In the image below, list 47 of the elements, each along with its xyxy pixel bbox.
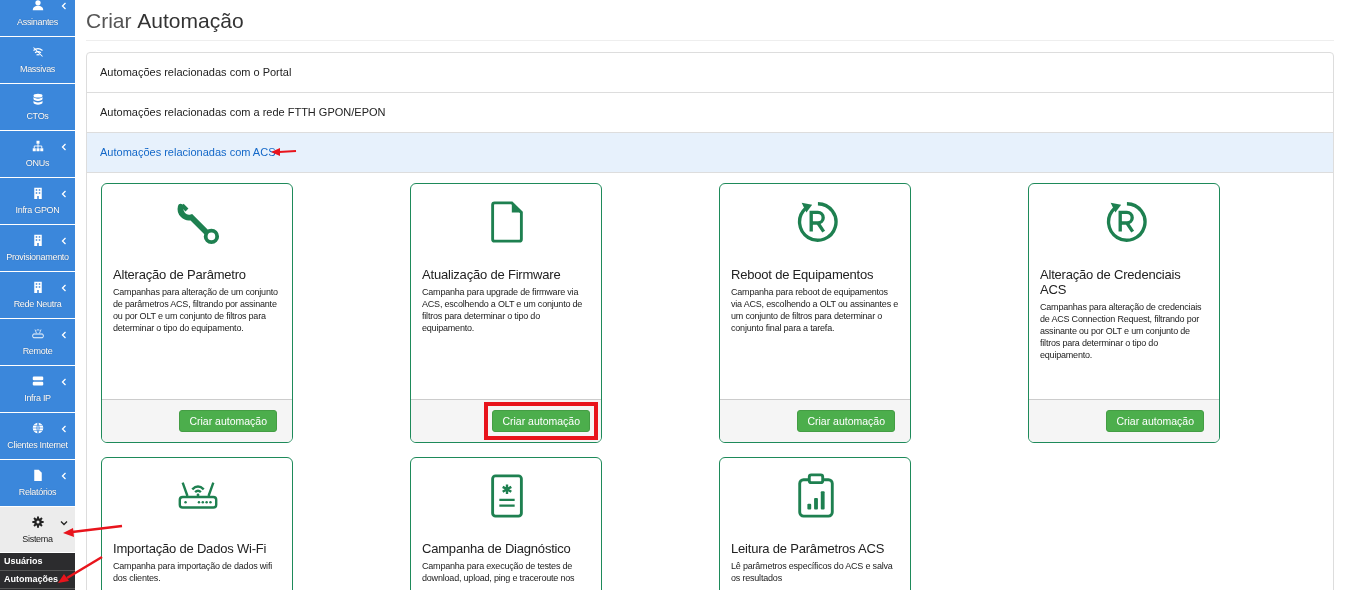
card-description: Campanha para upgrade de firmware via ACS, escolhendo a OLT e um conjunto de filtros para determinar o tipo do equipamento. <box>422 286 584 334</box>
card-description: Campanha para execução de testes de download, upload, ping e traceroute nos <box>422 560 576 584</box>
user-icon <box>31 0 44 11</box>
annotation-arrow <box>58 555 103 583</box>
card-title: Atualização de Firmware <box>422 267 562 282</box>
sidebar-item[interactable]: Clientes Internet <box>0 413 75 460</box>
server-icon <box>31 375 44 387</box>
sidebar-item[interactable]: Provisionamento <box>0 225 75 272</box>
accordion-header[interactable]: Automações relacionadas com o Portal <box>87 53 1333 93</box>
sidebar-item[interactable]: Rede Neutra <box>0 272 75 319</box>
card-title: Importação de Dados Wi-Fi <box>113 541 268 556</box>
sidebar-item[interactable]: Sistema <box>0 507 75 553</box>
building-icon <box>31 281 44 293</box>
page-title: Criar Automação <box>86 0 1334 41</box>
document-icon <box>31 469 44 481</box>
wifi-off-icon <box>31 46 44 58</box>
router-icon <box>31 328 44 340</box>
sidebar-item[interactable]: ONUs <box>0 131 75 178</box>
card-description: Lê parâmetros específicos do ACS e salva os resultados <box>731 560 894 584</box>
card-title: Campanha de Diagnóstico <box>422 541 572 556</box>
card-title: Alteração de Credenciais ACS <box>1040 267 1182 297</box>
card-description: Campanha para importação de dados wifi dos clientes. <box>113 560 273 584</box>
card-title: Alteração de Parâmetro <box>113 267 247 282</box>
sidebar-item[interactable]: Infra GPON <box>0 178 75 225</box>
create-automation-button[interactable]: Criar automação <box>1106 410 1204 432</box>
sidebar-item[interactable]: Massivas <box>0 37 75 84</box>
building-icon <box>31 187 44 199</box>
card-description: Campanhas para alteração de um conjunto de parâmetros ACS, filtrando por assinante ou por OLT e um conjunto de filtros para determinar o tipo do equipamento. <box>113 286 279 334</box>
database-icon <box>31 93 44 105</box>
create-automation-button[interactable]: Criar automação <box>179 410 277 432</box>
sidebar-item[interactable]: Infra IP <box>0 366 75 413</box>
create-automation-button[interactable]: Criar automação <box>797 410 895 432</box>
card-title: Leitura de Parâmetros ACS <box>731 541 886 556</box>
annotation-arrow <box>63 524 123 537</box>
sitemap-icon <box>31 140 44 152</box>
card-description: Campanha para reboot de equipamentos via ACS, escolhendo a OLT ou assinantes e um conjunto de filtros para determinar o conjunto final para a tarefa. <box>731 286 900 334</box>
create-automation-button[interactable]: Criar automação <box>492 410 590 432</box>
settings-icon <box>31 515 44 528</box>
sidebar-item[interactable]: CTOs <box>0 84 75 131</box>
sidebar-item[interactable]: Assinantes <box>0 0 75 37</box>
card-description: Campanhas para alteração de credenciais de ACS Connection Request, filtrando por assinante ou por OLT e um conjunto de filtros para determinar o tipo do equipamento. <box>1040 301 1203 361</box>
accordion-header[interactable]: Automações relacionadas com ACS <box>87 133 1333 173</box>
sidebar-item[interactable]: Relatórios <box>0 460 75 507</box>
sidebar-item[interactable]: Remote <box>0 319 75 366</box>
building-icon <box>31 234 44 246</box>
card-title: Reboot de Equipamentos <box>731 267 875 282</box>
globe-icon <box>31 422 44 434</box>
